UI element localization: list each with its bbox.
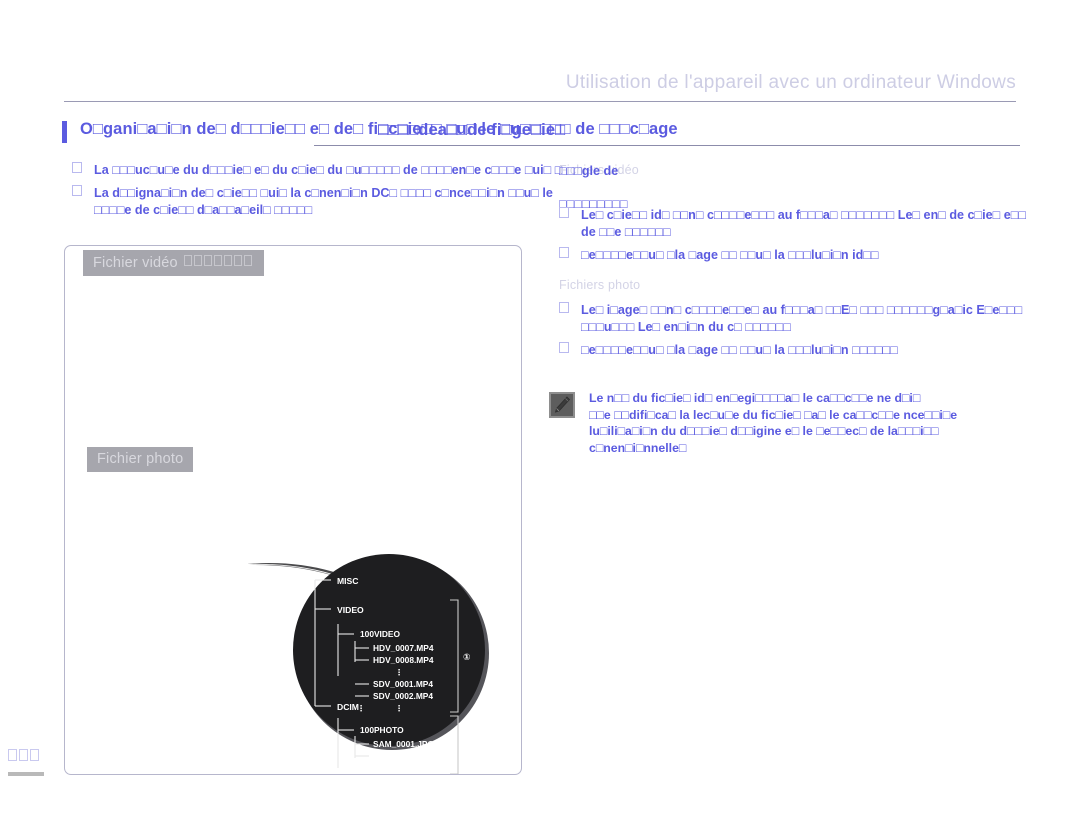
caption-photo-label: Fichier photo xyxy=(97,451,184,467)
tree-ellipsis-photo: ⋮ xyxy=(395,763,403,772)
tree-marker-two: ② xyxy=(463,732,471,742)
illustration-panel: Fichier vidéo Fichier photo MISC VIDEO 1… xyxy=(64,245,522,775)
photo-files-label: Fichiers photo xyxy=(559,278,641,292)
list-item: La □□□uc□u□e du d□□□ie□ e□ du c□ie□ du □… xyxy=(72,162,572,179)
video-bullets: Le□ c□ie□□ id□ □□n□ c□□□□e□□□ au f□□□a□ … xyxy=(559,207,1029,264)
video-files-label: Fichiers vidéo xyxy=(559,163,639,177)
bullet-square-icon xyxy=(72,162,82,173)
tree-label-video: VIDEO xyxy=(337,605,364,615)
caption-video-file: Fichier vidéo xyxy=(83,250,264,276)
page-number-underline xyxy=(8,772,44,776)
tree-file-sam-0002: SAM_0002.JPG xyxy=(373,751,434,761)
tree-label-dcim: DCIM xyxy=(337,702,359,712)
note-text: Le n□□ du fic□ie□ id□ en□egi□□□□a□ le ca… xyxy=(589,390,1029,456)
running-header: Utilisation de l'appareil avec un ordina… xyxy=(64,72,1016,102)
photo-bullets: Le□ i□age□ □□n□ c□□□□e□□e□ au f□□□a□ □□E… xyxy=(559,302,1029,359)
tree-ellipsis-hdv: ⋮ xyxy=(395,668,403,677)
bullet-text: La □□□uc□u□e du d□□□ie□ e□ du c□ie□ du □… xyxy=(94,163,563,177)
section-heading-overlay-text: □□□□dea□□de fi□ge□ie□ xyxy=(378,121,566,139)
list-item: Le□ c□ie□□ id□ □□n□ c□□□□e□□□ au f□□□a□ … xyxy=(559,207,1029,241)
tree-file-hdv-0008: HDV_0008.MP4 xyxy=(373,655,434,665)
tree-file-sdv-0002: SDV_0002.MP4 xyxy=(373,691,433,701)
tree-file-hdv-0007: HDV_0007.MP4 xyxy=(373,643,434,653)
bullet-text: La d□□igna□i□n de□ c□ie□□ □ui□ la c□nen□… xyxy=(94,186,553,217)
page-edge xyxy=(1074,0,1080,827)
left-column-bullets: La □□□uc□u□e du d□□□ie□ e□ du c□ie□ du □… xyxy=(72,162,572,225)
heading-accent-bar xyxy=(62,121,67,143)
note-line: lu□ili□a□i□n du d□□□ie□ d□□igine e□ le □… xyxy=(589,424,939,438)
tree-label-misc: MISC xyxy=(337,576,358,586)
note-line: □□e □□difi□ca□ la lec□u□e du fic□ie□ □a□… xyxy=(589,407,958,422)
tree-file-sdv-0001: SDV_0001.MP4 xyxy=(373,679,433,689)
bullet-text: □e□□□□e□□u□ □la □age □□ □□u□ la □□□lu□i□… xyxy=(581,343,898,357)
section-heading: O□gani□a□i□n de□ d□□□ie□□ e□ de□ fi□c□ie… xyxy=(62,120,1020,148)
note-line: c□nen□i□nnelle□ xyxy=(589,440,687,455)
bullet-square-icon xyxy=(72,185,82,196)
tree-marker-one: ① xyxy=(463,652,471,662)
header-title: Utilisation de l'appareil avec un ordina… xyxy=(565,72,1016,93)
tree-label-100video: 100VIDEO xyxy=(360,629,401,639)
bullet-text: Le□ i□age□ □□n□ c□□□□e□□e□ au f□□□a□ □□E… xyxy=(581,303,1023,334)
callout-svg: MISC VIDEO 100VIDEO HDV_0007.MP4 HDV_000… xyxy=(247,554,489,774)
list-item: La d□□igna□i□n de□ c□ie□□ □ui□ la c□nen□… xyxy=(72,185,572,219)
heading-divider xyxy=(314,145,1020,146)
note-callout: Le n□□ du fic□ie□ id□ en□egi□□□□a□ le ca… xyxy=(549,390,1029,456)
bullet-square-icon xyxy=(559,342,569,353)
list-item: □e□□□□e□□u□ □la □age □□ □□u□ la □□□lu□i□… xyxy=(559,247,1029,264)
bullet-text: □e□□□□e□□u□ □la □age □□ □□u□ la □□□lu□i□… xyxy=(581,248,879,262)
caption-photo-file: Fichier photo xyxy=(87,447,194,472)
pencil-note-icon xyxy=(549,392,575,418)
list-item: □e□□□□e□□u□ □la □age □□ □□u□ la □□□lu□i□… xyxy=(559,342,1029,359)
list-item: Le□ i□age□ □□n□ c□□□□e□□e□ au f□□□a□ □□E… xyxy=(559,302,1029,336)
header-divider xyxy=(64,101,1016,102)
caption-missing-glyphs xyxy=(183,254,254,270)
note-line: Le n□□ du fic□ie□ id□ en□egi□□□□a□ le ca… xyxy=(589,391,921,405)
bullet-square-icon xyxy=(559,302,569,313)
tree-ellipsis-sdv: ⋮ xyxy=(395,704,403,713)
page-number-glyphs xyxy=(8,748,52,766)
page-number xyxy=(8,748,52,776)
right-column-overlay-text-a: □□□gle de xyxy=(559,164,619,178)
caption-video-label: Fichier vidéo xyxy=(93,255,178,271)
magnifier-callout: MISC VIDEO 100VIDEO HDV_0007.MP4 HDV_000… xyxy=(245,536,521,774)
bullet-text: Le□ c□ie□□ id□ □□n□ c□□□□e□□□ au f□□□a□ … xyxy=(581,208,1026,239)
tree-label-100photo: 100PHOTO xyxy=(360,725,404,735)
right-column: □□□gle de □□□□□□□□□ Fichiers vidéo Le□ c… xyxy=(559,163,1029,365)
tree-file-sam-0001: SAM_0001.JPG xyxy=(373,739,434,749)
bullet-square-icon xyxy=(559,207,569,218)
bullet-square-icon xyxy=(559,247,569,258)
